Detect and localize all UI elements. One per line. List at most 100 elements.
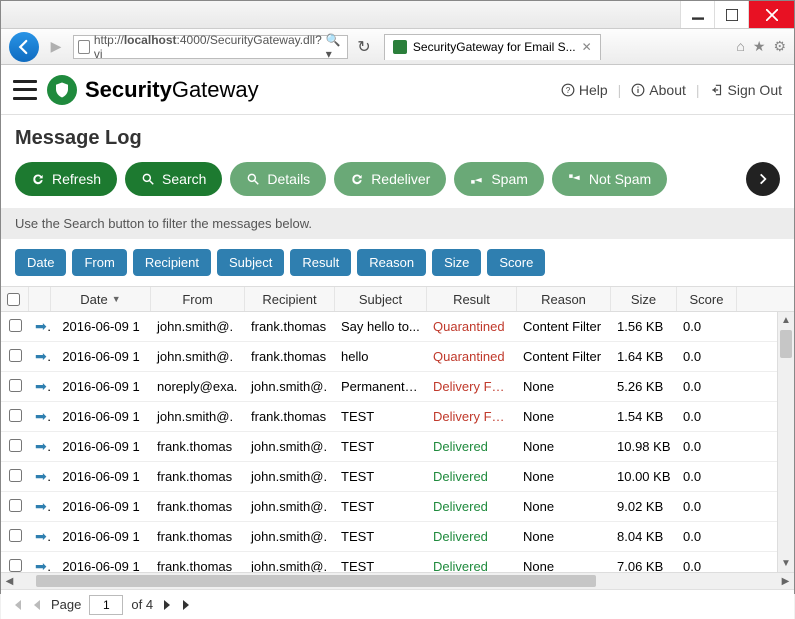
column-reason[interactable]: Reason <box>517 287 611 311</box>
filter-subject[interactable]: Subject <box>217 249 284 276</box>
filter-recipient[interactable]: Recipient <box>133 249 211 276</box>
row-checkbox[interactable] <box>9 529 22 542</box>
more-actions-button[interactable] <box>746 162 780 196</box>
direction-inbound-icon: ➡ <box>35 438 51 454</box>
table-row[interactable]: ➡2016-06-09 1john.smith@.frank.thomasTES… <box>1 402 794 432</box>
browser-tab[interactable]: SecurityGateway for Email S... ✕ <box>384 34 601 60</box>
cell-result: Delivered <box>427 559 517 572</box>
browser-urlbar[interactable]: http://localhost:4000/SecurityGateway.dl… <box>73 35 348 59</box>
row-checkbox[interactable] <box>9 349 22 362</box>
hscroll-track[interactable] <box>18 573 777 589</box>
row-checkbox[interactable] <box>9 319 22 332</box>
window-close-button[interactable] <box>748 1 794 28</box>
horizontal-scrollbar[interactable]: ◀ ▶ <box>1 572 794 589</box>
column-direction[interactable] <box>29 287 51 311</box>
tab-close-button[interactable]: ✕ <box>582 40 592 54</box>
browser-back-button[interactable] <box>9 32 39 62</box>
not-spam-button[interactable]: Not Spam <box>552 162 667 196</box>
cell-reason: None <box>517 469 611 484</box>
column-subject[interactable]: Subject <box>335 287 427 311</box>
about-link[interactable]: About <box>631 82 686 98</box>
pager-first-button[interactable] <box>11 599 23 611</box>
filter-date[interactable]: Date <box>15 249 66 276</box>
column-recipient[interactable]: Recipient <box>245 287 335 311</box>
column-size[interactable]: Size <box>611 287 677 311</box>
select-all-checkbox[interactable] <box>7 293 20 306</box>
column-date[interactable]: Date▼ <box>51 287 151 311</box>
tab-title: SecurityGateway for Email S... <box>413 40 576 54</box>
cell-reason: None <box>517 559 611 572</box>
refresh-button[interactable]: Refresh <box>15 162 117 196</box>
table-row[interactable]: ➡2016-06-09 1john.smith@.frank.thomasSay… <box>1 312 794 342</box>
table-row[interactable]: ➡2016-06-09 1frank.thomasjohn.smith@.TES… <box>1 522 794 552</box>
browser-refresh-button[interactable]: ↻ <box>354 37 374 57</box>
url-text: http://localhost:4000/SecurityGateway.dl… <box>94 33 322 61</box>
column-result[interactable]: Result <box>427 287 517 311</box>
page-title: Message Log <box>1 115 794 162</box>
cell-size: 8.04 KB <box>611 529 677 544</box>
scroll-up-button[interactable]: ▲ <box>778 312 794 329</box>
favorites-icon[interactable]: ★ <box>753 38 766 55</box>
scroll-right-button[interactable]: ▶ <box>777 576 794 587</box>
spam-button[interactable]: Spam <box>454 162 544 196</box>
redeliver-button[interactable]: Redeliver <box>334 162 446 196</box>
pager-last-button[interactable] <box>181 599 193 611</box>
cell-size: 7.06 KB <box>611 559 677 572</box>
row-checkbox[interactable] <box>9 379 22 392</box>
sort-desc-icon: ▼ <box>112 294 121 304</box>
scroll-left-button[interactable]: ◀ <box>1 576 18 587</box>
column-from[interactable]: From <box>151 287 245 311</box>
settings-gear-icon[interactable]: ⚙ <box>773 38 786 55</box>
vertical-scrollbar[interactable]: ▲ ▼ <box>777 312 794 572</box>
cell-subject: TEST <box>335 559 427 572</box>
table-row[interactable]: ➡2016-06-09 1john.smith@.frank.thomashel… <box>1 342 794 372</box>
cell-subject: Permanent D. <box>335 379 427 394</box>
window-maximize-button[interactable] <box>714 1 748 28</box>
pager-prev-button[interactable] <box>31 599 43 611</box>
hscroll-thumb[interactable] <box>36 575 596 587</box>
search-button[interactable]: Search <box>125 162 222 196</box>
cell-score: 0.0 <box>677 409 737 424</box>
table-row[interactable]: ➡2016-06-09 1noreply@exa.john.smith@.Per… <box>1 372 794 402</box>
filter-score[interactable]: Score <box>487 249 545 276</box>
filter-from[interactable]: From <box>72 249 126 276</box>
toolbar: Refresh Search Details Redeliver Spam No… <box>1 162 794 208</box>
filter-size[interactable]: Size <box>432 249 481 276</box>
browser-forward-button[interactable]: ▶ <box>45 36 67 58</box>
row-checkbox[interactable] <box>9 469 22 482</box>
table-row[interactable]: ➡2016-06-09 1frank.thomasjohn.smith@.TES… <box>1 432 794 462</box>
direction-inbound-icon: ➡ <box>35 528 51 544</box>
row-checkbox[interactable] <box>9 409 22 422</box>
direction-inbound-icon: ➡ <box>35 558 51 572</box>
column-select-all[interactable] <box>1 287 29 311</box>
row-checkbox[interactable] <box>9 499 22 512</box>
browser-tools: ⌂ ★ ⚙ <box>736 38 786 55</box>
details-button[interactable]: Details <box>230 162 326 196</box>
help-link[interactable]: ?Help <box>561 82 608 98</box>
pager-page-input[interactable] <box>89 595 123 615</box>
filter-reason[interactable]: Reason <box>357 249 426 276</box>
table-row[interactable]: ➡2016-06-09 1frank.thomasjohn.smith@.TES… <box>1 462 794 492</box>
search-dropdown-icon[interactable]: 🔍▾ <box>326 33 343 61</box>
cell-date: 2016-06-09 1 <box>51 469 151 484</box>
cell-subject: Say hello to... <box>335 319 427 334</box>
cell-recipient: frank.thomas <box>245 349 335 364</box>
signout-link[interactable]: Sign Out <box>710 82 782 98</box>
row-checkbox[interactable] <box>9 559 22 572</box>
cell-from: frank.thomas <box>151 559 245 572</box>
row-checkbox[interactable] <box>9 439 22 452</box>
scroll-thumb[interactable] <box>780 330 792 358</box>
cell-reason: None <box>517 379 611 394</box>
scroll-down-button[interactable]: ▼ <box>778 555 794 572</box>
filter-row: Date From Recipient Subject Result Reaso… <box>1 239 794 286</box>
table-row[interactable]: ➡2016-06-09 1frank.thomasjohn.smith@.TES… <box>1 552 794 572</box>
table-row[interactable]: ➡2016-06-09 1frank.thomasjohn.smith@.TES… <box>1 492 794 522</box>
grid-body: ➡2016-06-09 1john.smith@.frank.thomasSay… <box>1 312 794 572</box>
home-icon[interactable]: ⌂ <box>736 38 744 55</box>
svg-text:?: ? <box>566 85 571 94</box>
pager-next-button[interactable] <box>161 599 173 611</box>
column-score[interactable]: Score <box>677 287 737 311</box>
window-minimize-button[interactable] <box>680 1 714 28</box>
menu-toggle-button[interactable] <box>13 80 37 100</box>
filter-result[interactable]: Result <box>290 249 351 276</box>
